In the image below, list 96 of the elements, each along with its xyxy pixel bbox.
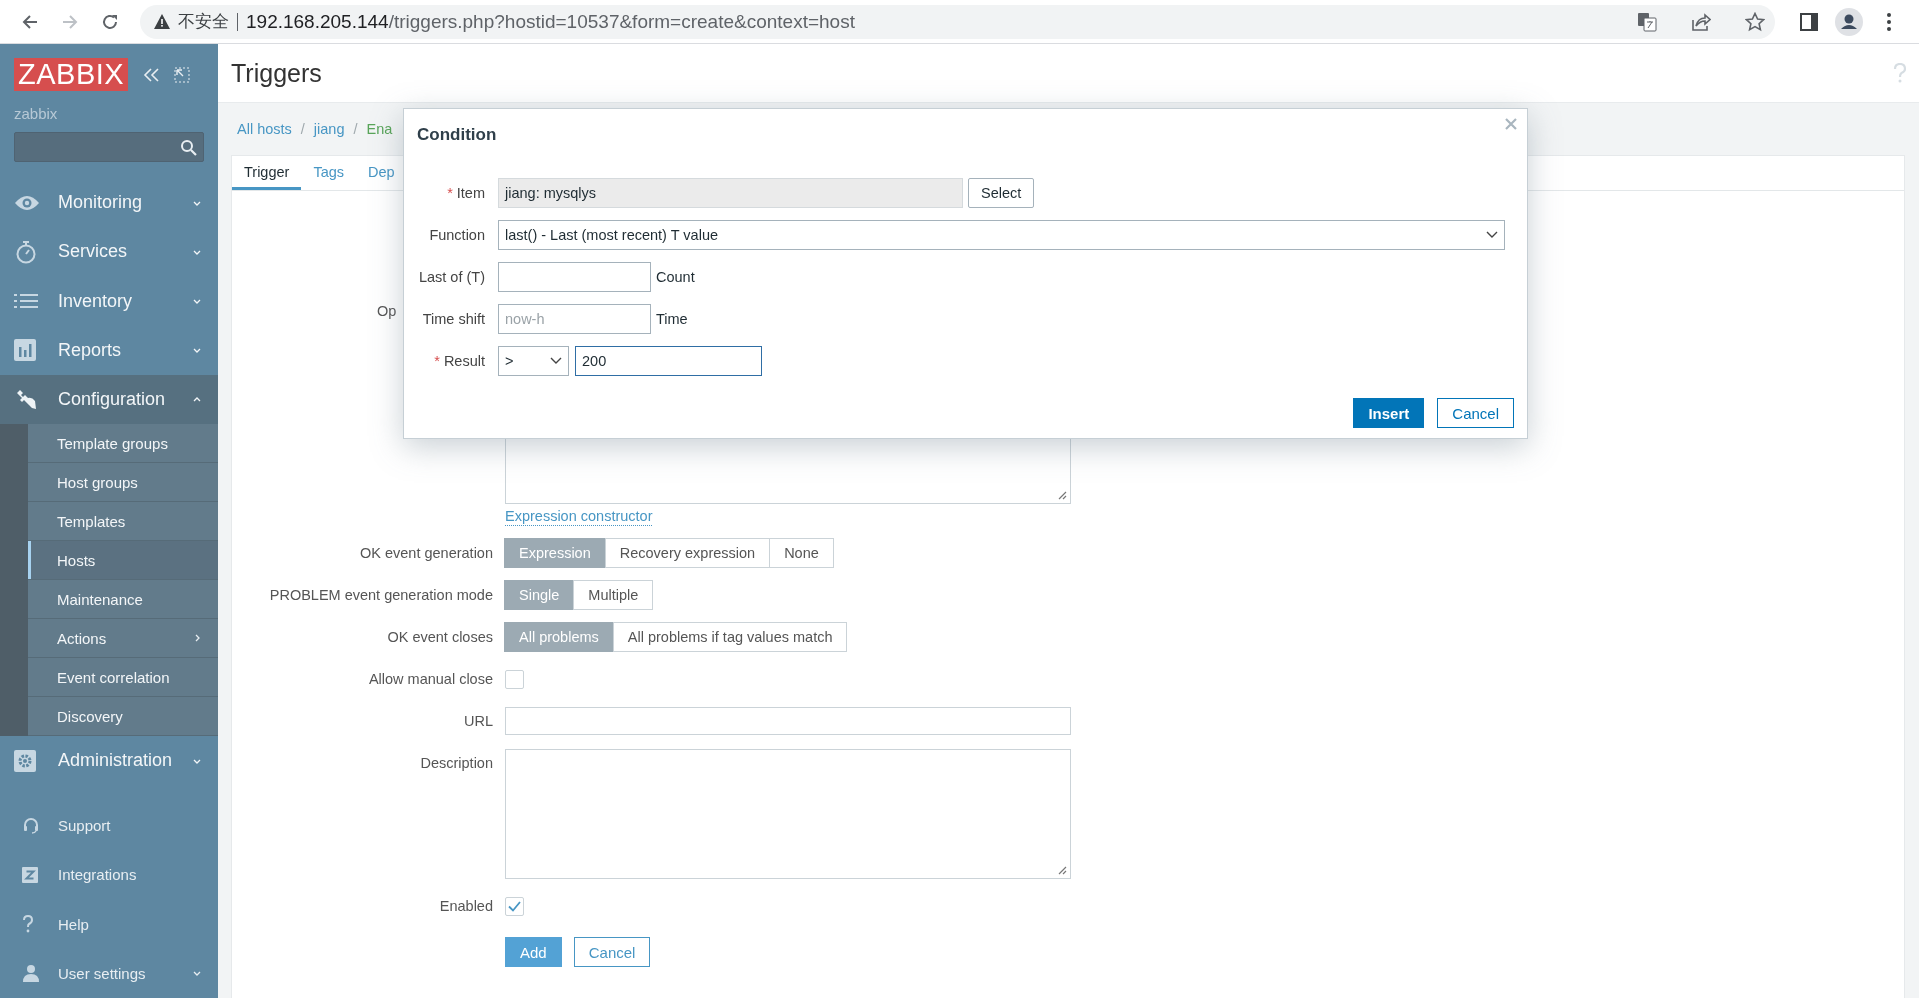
close-icon[interactable] [1505,118,1517,130]
field-label: * Result [433,353,485,369]
url-text: 192.168.205.144/triggers.php?hostid=10537&form=create&context=host [246,10,855,33]
tab[interactable]: Tags [301,156,357,190]
forward-icon[interactable] [61,12,79,31]
breadcrumb-separator: / [300,121,305,137]
star-icon[interactable] [1745,11,1765,32]
headset-icon [22,816,40,835]
submenu-item[interactable]: Maintenance [28,580,218,620]
share-icon[interactable] [1691,11,1711,32]
resize-grip-icon [1057,490,1067,500]
input-field[interactable] [498,262,651,292]
field-label: Description [419,754,493,773]
checkbox[interactable] [505,669,524,689]
field-label: Last of (T) [417,269,485,285]
breadcrumb-link[interactable]: All hosts [237,121,292,137]
warning-icon [154,14,170,29]
menu-item[interactable]: Support [0,801,218,851]
url-field[interactable] [505,707,1071,735]
security-label: 不安全 [178,12,238,31]
cancel-button[interactable]: Cancel [1437,398,1514,428]
field-label: OK event generation [359,544,493,563]
user-icon [22,964,40,983]
segment-option[interactable]: Expression [504,538,606,568]
submenu-item[interactable]: Discovery [28,697,218,737]
bar-chart-icon [14,339,36,362]
segment-option[interactable]: None [769,538,834,568]
page-title: Triggers [231,58,323,88]
insert-button[interactable]: Insert [1353,398,1425,428]
menu-item[interactable]: Inventory [0,276,218,326]
menu-item[interactable]: Administration [0,736,218,786]
input-field[interactable]: now-h [498,304,651,334]
field-label: PROBLEM event generation mode [268,586,493,605]
function-dropdown[interactable]: last() - Last (most recent) T value [498,220,1505,250]
field-label: * Item [446,185,485,201]
search-icon[interactable] [180,138,197,156]
stopwatch-icon [14,239,38,264]
address-bar[interactable]: 不安全 192.168.205.144/triggers.php?hostid=10537&form=create&context=host [140,4,1775,39]
menu-item[interactable]: Monitoring [0,178,218,228]
field-label: Enabled [438,897,493,916]
select-button[interactable]: Select [968,178,1035,208]
resize-grip-icon [1057,865,1067,875]
search-field[interactable] [14,132,204,162]
profile-avatar-icon[interactable] [1835,7,1863,36]
z-square-icon [22,866,38,883]
unit-label: Count [656,269,695,285]
menu-item[interactable]: Integrations [0,850,218,900]
field-label: URL [463,712,493,731]
breadcrumb-separator: / [353,121,358,137]
eye-icon [14,193,40,212]
field-label: Function [428,227,485,243]
field-label: Op [377,303,397,319]
add-button[interactable]: Add [505,937,562,967]
item-field[interactable]: jiang: mysqlys [498,178,963,208]
menu-item[interactable]: Help [0,899,218,949]
segment-option[interactable]: Multiple [573,580,654,610]
unit-label: Time [656,311,688,327]
segment-option[interactable]: All problems if tag values match [612,622,848,652]
menu-item[interactable]: User settings [0,948,218,998]
menu-item[interactable]: Configuration [0,374,218,425]
menu-item[interactable]: Reports [0,325,218,375]
breadcrumb-link[interactable]: jiang [313,121,345,137]
tab[interactable]: Dep [356,156,395,190]
operator-dropdown[interactable]: > [498,346,569,376]
submenu-item[interactable]: Host groups [28,463,218,503]
reload-icon[interactable] [101,12,119,31]
segment-option[interactable]: All problems [504,622,614,652]
segment-option[interactable]: Single [504,580,575,610]
expression-constructor-link[interactable]: Expression constructor [505,506,653,526]
list-icon [14,292,38,311]
collapse-icon[interactable] [142,66,161,83]
cancel-button[interactable]: Cancel [573,937,651,967]
menu-item[interactable]: Services [0,227,218,277]
server-name: zabbix [14,105,59,122]
gear-icon [14,749,36,772]
zabbix-logo[interactable]: ZABBIX [14,58,129,91]
submenu-item[interactable]: Event correlation [28,658,218,698]
submenu-item[interactable]: Templates [28,502,218,542]
tab[interactable]: Trigger [232,156,302,190]
kiosk-mode-icon[interactable] [174,66,191,83]
description-field[interactable] [505,749,1071,879]
result-field[interactable]: 200 [575,346,762,376]
checkbox[interactable] [505,896,524,916]
segment-option[interactable]: Recovery expression [604,538,771,568]
submenu-item[interactable]: Template groups [28,424,218,464]
more-menu-icon[interactable] [1886,11,1892,32]
field-label: OK event closes [386,628,493,647]
field-label: Allow manual close [367,670,493,689]
submenu-item[interactable]: Actions [28,619,218,659]
back-icon[interactable] [21,12,39,31]
help-icon [22,915,34,934]
side-panel-icon[interactable] [1800,12,1818,31]
submenu-item[interactable]: Hosts [28,541,218,581]
field-label: Time shift [421,311,485,327]
dialog-title: Condition [417,125,497,146]
status-text: Ena [366,121,393,137]
